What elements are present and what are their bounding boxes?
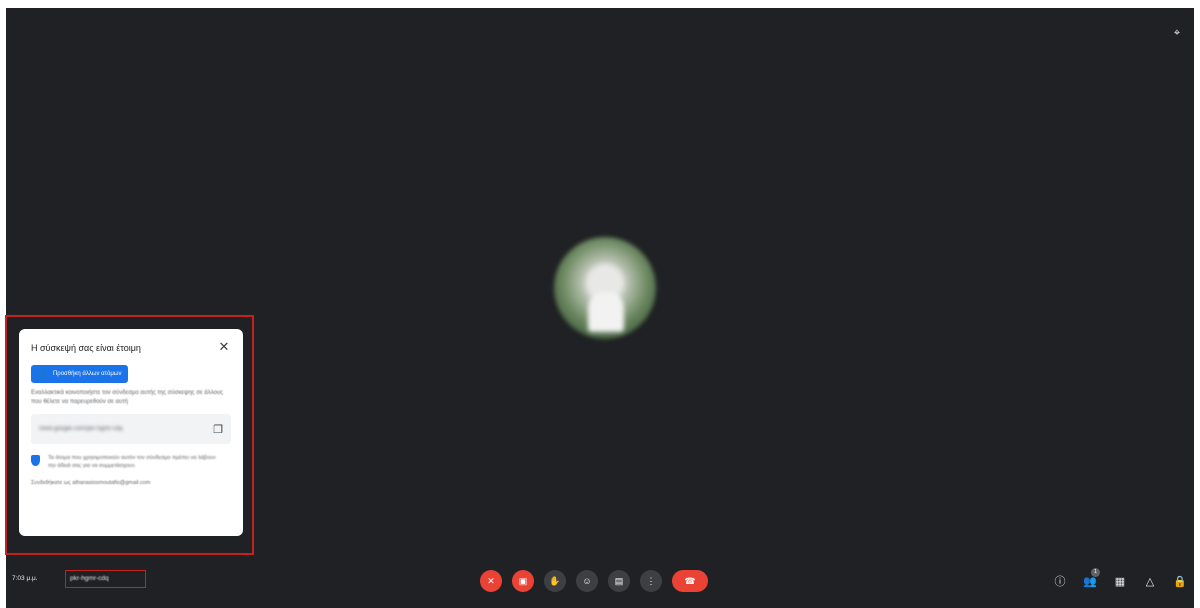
mic-off-icon: ✕ (487, 575, 495, 586)
more-options-button[interactable]: ⋮ (640, 570, 662, 592)
copy-icon[interactable]: ❐ (213, 423, 223, 436)
security-note-text: Τα άτομα που χρησιμοποιούν αυτόν τον σύν… (48, 455, 216, 469)
meeting-link-row: meet.google.com/pkr-hgmr-cdq ❐ (31, 414, 231, 444)
meeting-code: pkr-hgmr-cdq (70, 575, 109, 582)
pin-icon[interactable]: ⌖ (1170, 26, 1184, 40)
activities-icon: △ (1145, 575, 1155, 588)
emoji-icon: ☺ (582, 576, 592, 586)
meeting-time: 7:03 μ.μ. (12, 575, 38, 582)
more-vert-icon: ⋮ (646, 575, 656, 586)
security-note: Τα άτομα που χρησιμοποιούν αυτόν τον σύν… (31, 454, 231, 470)
panel-title: Η σύσκεψή σας είναι έτοιμη (31, 343, 141, 353)
panel-description: Εναλλακτικά κοινοποιήστε τον σύνδεσμο αυ… (31, 390, 224, 405)
camera-off-icon: ▣ (518, 575, 528, 586)
participant-avatar (554, 237, 656, 339)
chat-button[interactable]: ▦ (1112, 570, 1128, 592)
info-icon: ⓘ (1054, 576, 1066, 588)
people-button[interactable]: 👥 1 (1082, 568, 1100, 592)
hand-icon: ✋ (549, 575, 561, 586)
microphone-off-button[interactable]: ✕ (480, 570, 502, 592)
meeting-details-button[interactable]: ⓘ (1052, 570, 1068, 592)
call-controls: ✕ ▣ ✋ ☺ ▤ ⋮ ☎ (480, 570, 708, 592)
activities-button[interactable]: △ (1142, 570, 1158, 592)
add-people-label: Προσθήκη άλλων ατόμων (52, 371, 122, 377)
lock-icon: 🔒 (1173, 575, 1187, 588)
shield-icon (31, 455, 40, 466)
participant-count-badge: 1 (1091, 568, 1100, 577)
side-tools: ⓘ 👥 1 ▦ △ 🔒 (1052, 568, 1188, 592)
joined-as-text: Συνδεθήκατε ως athanasiosmoutafis@gmail.… (31, 480, 151, 486)
add-person-icon: 👤 (38, 369, 48, 379)
raise-hand-button[interactable]: ✋ (544, 570, 566, 592)
present-button[interactable]: ▤ (608, 570, 630, 592)
phone-end-icon: ☎ (684, 575, 696, 586)
camera-off-button[interactable]: ▣ (512, 570, 534, 592)
chat-icon: ▦ (1114, 575, 1126, 588)
host-controls-button[interactable]: 🔒 (1172, 570, 1188, 592)
meeting-ready-panel: Η σύσκεψή σας είναι έτοιμη ✕ 👤 Προσθήκη … (19, 329, 243, 536)
meeting-link[interactable]: meet.google.com/pkr-hgmr-cdq (39, 426, 122, 432)
leave-call-button[interactable]: ☎ (672, 570, 708, 592)
add-people-button[interactable]: 👤 Προσθήκη άλλων ατόμων (31, 365, 129, 383)
close-icon[interactable]: ✕ (217, 340, 231, 354)
present-icon: ▤ (614, 575, 624, 586)
reactions-button[interactable]: ☺ (576, 570, 598, 592)
